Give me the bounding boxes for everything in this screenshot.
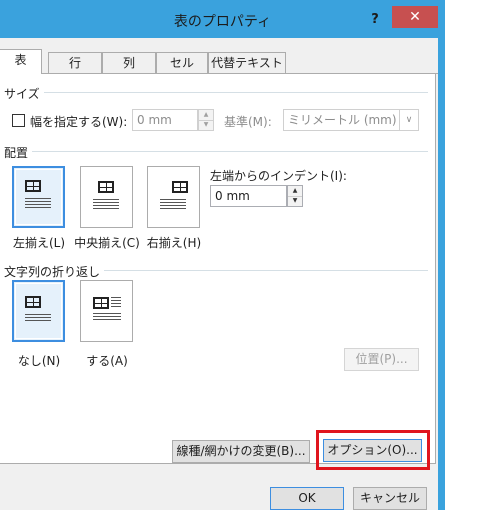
align-center-icon [81, 167, 132, 227]
tab-column[interactable]: 列 [102, 52, 156, 73]
wrap-around-icon [81, 281, 132, 341]
tab-cell[interactable]: セル [156, 52, 208, 73]
chevron-down-icon: ∨ [399, 110, 418, 130]
wrap-around-button[interactable] [80, 280, 133, 342]
tab-alt-text[interactable]: 代替テキスト [208, 52, 286, 73]
close-button[interactable]: ✕ [392, 6, 438, 28]
indent-spinner[interactable]: ▲ ▼ [287, 185, 303, 207]
wrap-around-label: する(A) [86, 354, 128, 368]
wrap-none-button[interactable] [12, 280, 65, 342]
borders-shading-button[interactable]: 線種/網かけの変更(B)... [172, 440, 310, 463]
wrap-none-icon [14, 282, 63, 340]
tab-row[interactable]: 行 [48, 52, 102, 73]
align-right-button[interactable] [147, 166, 200, 228]
title-bar: 表のプロパティ ? ✕ [0, 0, 445, 38]
indent-input[interactable]: 0 mm [210, 185, 287, 207]
unit-value: ミリメートル (mm) [288, 113, 397, 127]
width-spinner[interactable]: ▲ ▼ [198, 109, 214, 131]
cancel-button[interactable]: キャンセル [353, 487, 427, 510]
ok-button[interactable]: OK [270, 487, 344, 510]
options-button[interactable]: オプション(O)... [323, 439, 422, 462]
indent-label: 左端からのインデント(I): [210, 169, 347, 183]
alignment-heading: 配置 [4, 144, 33, 161]
align-left-icon [14, 168, 63, 226]
width-check-label: 幅を指定する(W): [30, 115, 128, 129]
wrapping-heading: 文字列の折り返し [4, 263, 105, 280]
align-left-button[interactable] [12, 166, 65, 228]
unit-label: 基準(M): [224, 115, 272, 129]
spin-down-icon: ▼ [203, 121, 209, 128]
width-checkbox[interactable] [12, 114, 25, 127]
alignment-divider [4, 151, 428, 152]
align-center-label: 中央揃え(C) [74, 236, 140, 250]
window-frame [438, 38, 445, 510]
align-center-button[interactable] [80, 166, 133, 228]
width-input[interactable]: 0 mm [132, 109, 198, 131]
help-button[interactable]: ? [365, 11, 385, 29]
spin-down-icon: ▼ [292, 197, 298, 204]
unit-dropdown[interactable]: ミリメートル (mm) ∨ [283, 109, 419, 131]
size-heading: サイズ [4, 85, 44, 102]
align-right-label: 右揃え(H) [146, 236, 202, 250]
close-icon: ✕ [409, 9, 421, 25]
wrap-none-label: なし(N) [17, 354, 61, 368]
align-left-label: 左揃え(L) [12, 236, 66, 250]
size-divider [4, 92, 428, 93]
align-right-icon [148, 167, 199, 227]
position-button[interactable]: 位置(P)... [344, 348, 419, 371]
tab-table[interactable]: 表 [0, 49, 42, 74]
